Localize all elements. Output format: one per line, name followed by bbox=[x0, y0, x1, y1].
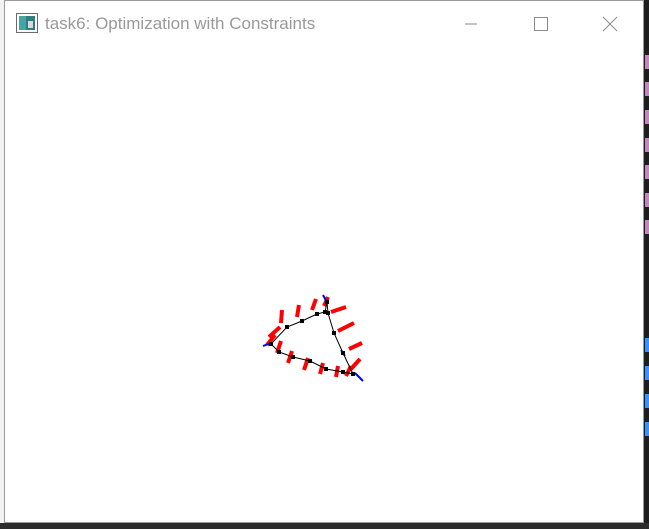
background-editor-mark bbox=[645, 220, 649, 234]
maximize-button[interactable] bbox=[506, 1, 576, 47]
normal-vector bbox=[279, 309, 284, 324]
vertex-marker bbox=[324, 367, 328, 371]
background-editor-mark bbox=[645, 422, 649, 436]
close-button[interactable] bbox=[575, 1, 645, 47]
vertex-marker bbox=[315, 312, 319, 316]
vertex-marker bbox=[325, 300, 329, 304]
normal-vector bbox=[349, 357, 362, 371]
background-editor-mark bbox=[645, 82, 649, 96]
normal-vector bbox=[330, 305, 347, 314]
maximize-icon bbox=[533, 16, 549, 32]
vertex-marker bbox=[341, 370, 345, 374]
vertex-marker bbox=[341, 351, 345, 355]
vertex-marker bbox=[308, 359, 312, 363]
app-window: task6: Optimization with Constraints bbox=[4, 0, 644, 523]
normal-vectors bbox=[265, 296, 363, 378]
vertex-marker bbox=[269, 342, 273, 346]
normal-vector bbox=[337, 321, 355, 333]
normal-vector bbox=[318, 362, 325, 375]
app-icon bbox=[16, 13, 38, 33]
background-editor-bottom bbox=[0, 523, 649, 529]
background-editor-mark bbox=[645, 366, 649, 380]
vertex-marker bbox=[285, 325, 289, 329]
background-editor-mark bbox=[645, 394, 649, 408]
background-editor-mark bbox=[645, 138, 649, 152]
vertex-marker bbox=[291, 355, 295, 359]
window-title: task6: Optimization with Constraints bbox=[45, 14, 316, 33]
vertex-marker bbox=[332, 331, 336, 335]
vertex-marker bbox=[326, 311, 330, 315]
vertex-marker bbox=[351, 372, 355, 376]
normal-vector bbox=[295, 304, 301, 318]
background-editor-mark bbox=[645, 165, 649, 179]
background-editor-mark bbox=[645, 338, 649, 352]
background-editor-mark bbox=[645, 193, 649, 207]
normal-vector bbox=[310, 298, 318, 311]
vertex-marker bbox=[300, 319, 304, 323]
tangent-vector bbox=[354, 372, 364, 382]
background-editor-mark bbox=[645, 55, 649, 69]
minimize-button[interactable] bbox=[436, 1, 506, 47]
constraint-visualization bbox=[262, 294, 364, 382]
close-icon bbox=[602, 16, 618, 32]
vertex-marker bbox=[277, 350, 281, 354]
minimize-icon bbox=[464, 17, 478, 31]
render-canvas-area[interactable] bbox=[5, 47, 643, 522]
title-bar[interactable]: task6: Optimization with Constraints bbox=[5, 1, 643, 47]
normal-vector bbox=[348, 341, 363, 351]
background-editor-mark bbox=[645, 110, 649, 124]
